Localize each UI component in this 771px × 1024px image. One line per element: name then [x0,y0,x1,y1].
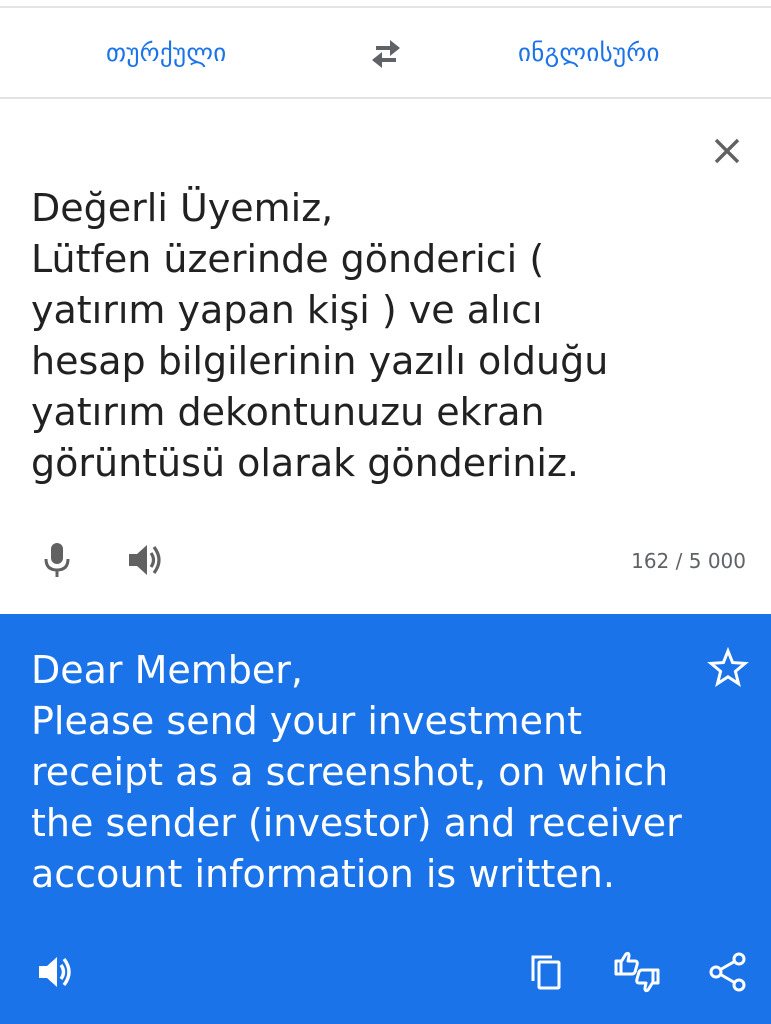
copy-icon [531,955,561,990]
microphone-button[interactable] [36,539,78,581]
close-icon [714,138,740,164]
microphone-icon [44,543,70,577]
clear-button[interactable] [705,129,749,173]
listen-translation-button[interactable] [34,950,78,994]
feedback-button[interactable] [612,948,662,996]
swap-arrows-icon [372,40,400,68]
listen-source-button[interactable] [124,539,168,581]
source-language-button[interactable]: თურქული [106,8,227,97]
share-icon [709,952,746,992]
translate-screen: თურქული ინგლისური Değerli Üyemiz, Lütfen… [0,0,771,1024]
translation-panel: Dear Member, Please send your investment… [0,614,771,1024]
speaker-icon [39,957,71,987]
top-divider [0,0,771,8]
translation-text[interactable]: Dear Member, Please send your investment… [31,645,711,900]
character-counter: 162 / 5 000 [631,549,746,573]
source-panel: Değerli Üyemiz, Lütfen üzerinde gönderic… [0,99,771,614]
star-icon [707,646,749,687]
save-translation-button[interactable] [706,646,750,690]
speaker-icon [129,545,161,575]
source-text[interactable]: Değerli Üyemiz, Lütfen üzerinde gönderic… [31,183,731,489]
language-bar: თურქული ინგლისური [0,8,771,99]
copy-translation-button[interactable] [524,950,568,994]
share-button[interactable] [706,950,750,994]
swap-languages-button[interactable] [364,34,408,74]
target-language-button[interactable]: ინგლისური [518,8,660,97]
feedback-thumbs-icon [614,951,660,993]
